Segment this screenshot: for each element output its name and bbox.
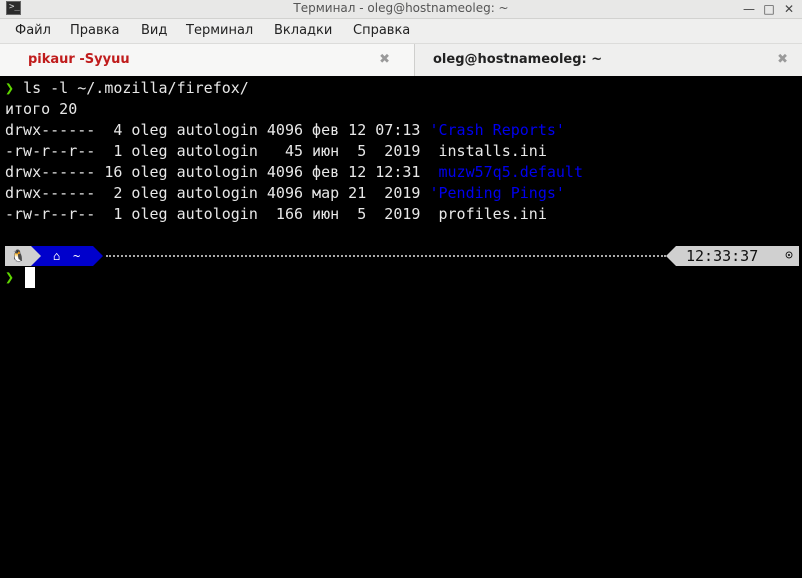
entry-meta: drwx------ 16 oleg autologin 4096 фев 12… [5, 163, 430, 181]
prompt-filler [106, 255, 666, 257]
prompt-chevron-icon: ❯ [5, 268, 15, 286]
segment-separator [93, 246, 103, 266]
listing-row: -rw-r--r-- 1 oleg autologin 45 июн 5 201… [5, 141, 547, 162]
command-text: ls -l ~/.mozilla/firefox/ [23, 79, 249, 97]
entry-meta: drwx------ 2 oleg autologin 4096 мар 21 … [5, 184, 430, 202]
close-button[interactable]: ✕ [780, 0, 798, 18]
menu-tabs[interactable]: Вкладки [274, 23, 332, 38]
entry-name-dir: 'Pending Pings' [429, 184, 565, 202]
entry-name-file: profiles.ini [429, 205, 547, 223]
menu-terminal[interactable]: Терминал [186, 23, 253, 38]
dir-segment: ⌂ ~ [41, 246, 93, 266]
menu-help[interactable]: Справка [353, 23, 410, 38]
tab-oleg-home[interactable]: oleg@hostnameoleg: ~ ✖ [415, 44, 802, 76]
text-cursor [25, 267, 35, 288]
total-line: итого 20 [5, 100, 78, 118]
entry-meta: -rw-r--r-- 1 oleg autologin 45 июн 5 201… [5, 142, 430, 160]
time-segment: 12:33:37 ⊙ [676, 246, 799, 266]
close-tab-icon[interactable]: ✖ [379, 52, 390, 67]
clock-icon: ⊙ [785, 248, 793, 263]
terminal-output[interactable]: ❯ ls -l ~/.mozilla/firefox/ итого 20 drw… [0, 76, 802, 578]
listing-row: -rw-r--r-- 1 oleg autologin 166 июн 5 20… [5, 204, 547, 225]
powerline-prompt: 🐧 ⌂ ~ 12:33:37 ⊙ [0, 245, 802, 267]
menu-view[interactable]: Вид [141, 23, 167, 38]
listing-row: drwx------ 4 oleg autologin 4096 фев 12 … [5, 120, 565, 141]
prompt-chevron-icon: ❯ [5, 79, 15, 97]
title-bar: >_ Терминал - oleg@hostnameoleg: ~ — □ ✕ [0, 0, 802, 19]
input-line: ❯ [5, 267, 14, 288]
entry-meta: drwx------ 4 oleg autologin 4096 фев 12 … [5, 121, 430, 139]
close-tab-icon[interactable]: ✖ [777, 52, 788, 67]
window-title: Терминал - oleg@hostnameoleg: ~ [293, 1, 509, 15]
tab-label: pikaur -Syyuu [28, 52, 130, 67]
tab-bar: pikaur -Syyuu ✖ oleg@hostnameoleg: ~ ✖ [0, 43, 802, 77]
menu-file[interactable]: Файл [15, 23, 51, 38]
menu-edit[interactable]: Правка [70, 23, 119, 38]
tab-label: oleg@hostnameoleg: ~ [433, 52, 603, 67]
entry-meta: -rw-r--r-- 1 oleg autologin 166 июн 5 20… [5, 205, 430, 223]
tab-pikaur[interactable]: pikaur -Syyuu ✖ [0, 44, 415, 76]
minimize-button[interactable]: — [740, 0, 758, 18]
menu-bar: Файл Правка Вид Терминал Вкладки Справка [0, 19, 802, 43]
listing-row: drwx------ 2 oleg autologin 4096 мар 21 … [5, 183, 565, 204]
entry-name-file: installs.ini [429, 142, 547, 160]
entry-name-dir: muzw57q5.default [429, 163, 583, 181]
command-line: ❯ ls -l ~/.mozilla/firefox/ [5, 78, 249, 99]
dir-path: ~ [73, 249, 81, 263]
entry-name-dir: 'Crash Reports' [429, 121, 565, 139]
prompt-time: 12:33:37 [686, 247, 759, 265]
linux-penguin-icon: 🐧 [5, 246, 31, 266]
segment-separator [666, 246, 676, 266]
home-icon: ⌂ [53, 249, 61, 263]
maximize-button[interactable]: □ [760, 0, 778, 18]
segment-separator [31, 246, 41, 266]
listing-row: drwx------ 16 oleg autologin 4096 фев 12… [5, 162, 583, 183]
